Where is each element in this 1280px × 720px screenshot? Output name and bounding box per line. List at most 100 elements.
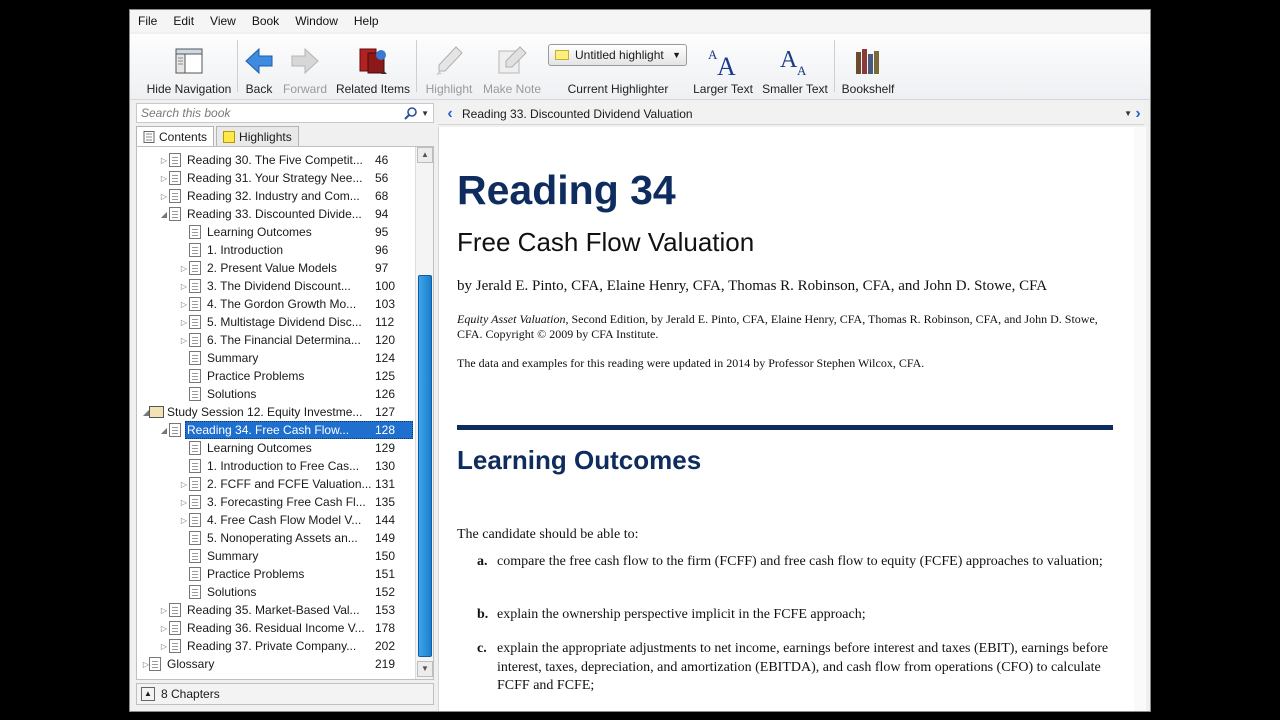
tree-item[interactable]: Learning Outcomes 129 [137,439,413,457]
expand-icon[interactable]: ▷ [179,264,189,273]
expand-icon[interactable]: ▷ [179,300,189,309]
scroll-up-icon[interactable]: ▲ [417,147,433,163]
expand-icon[interactable]: ▷ [159,624,169,633]
tree-item[interactable]: ▷ 4. The Gordon Growth Mo... 103 [137,295,413,313]
tree-item[interactable]: ▷ 4. Free Cash Flow Model V... 144 [137,511,413,529]
tree-item[interactable]: ▷ 3. The Dividend Discount... 100 [137,277,413,295]
search-book-input[interactable]: Search this book ▼ [136,103,434,123]
page-icon [169,603,181,617]
tree-item[interactable]: Solutions 152 [137,583,413,601]
tree-item[interactable]: ▷ Reading 30. The Five Competit... 46 [137,151,413,169]
contents-scrollbar[interactable]: ▲ ▼ [415,147,433,679]
tab-contents-label: Contents [159,129,208,144]
forward-label: Forward [282,82,327,96]
tree-item-label: Reading 32. Industry and Com... [187,189,360,203]
scrollbar-thumb[interactable] [418,275,432,657]
tab-contents[interactable]: Contents [136,126,215,146]
hide-navigation-button[interactable]: Hide Navigation [144,34,234,96]
related-items-button[interactable]: Related Items [334,34,412,96]
expand-icon[interactable]: ▷ [179,336,189,345]
tree-item[interactable]: ▷ 5. Multistage Dividend Disc... 112 [137,313,413,331]
tab-highlights[interactable]: Highlights [216,126,299,146]
expand-icon[interactable]: ▷ [179,498,189,507]
page-icon [189,297,201,311]
menu-help[interactable]: Help [354,14,379,28]
page-icon [189,369,201,383]
tree-item[interactable]: ◢ Reading 33. Discounted Divide... 94 [137,205,413,223]
tree-item[interactable]: Solutions 126 [137,385,413,403]
tree-item-label: Reading 33. Discounted Divide... [187,207,362,221]
page-icon [169,189,181,203]
highlight-button[interactable]: Highlight [422,34,476,96]
expand-icon[interactable]: ▷ [179,516,189,525]
tree-item[interactable]: ▷ Glossary 219 [137,655,413,673]
tree-item-label: Practice Problems [207,369,305,383]
tree-item[interactable]: ▷ Reading 32. Industry and Com... 68 [137,187,413,205]
menu-file[interactable]: File [138,14,157,28]
outcomes-intro: The candidate should be able to: [457,527,639,542]
outcome-letter: a. [477,554,488,569]
collapse-icon[interactable]: ◢ [159,426,169,435]
forward-button[interactable]: Forward [280,34,330,96]
tree-item[interactable]: 1. Introduction to Free Cas... 130 [137,457,413,475]
tree-item[interactable]: Summary 124 [137,349,413,367]
expand-icon[interactable]: ▷ [179,318,189,327]
tree-item-page: 97 [375,261,389,275]
citation-title: Equity Asset Valuation [457,312,566,326]
smaller-text-button[interactable]: AA Smaller Text [760,34,830,96]
next-section-icon[interactable]: › [1126,105,1150,123]
tree-item-page: 149 [375,531,396,545]
page-icon [169,423,181,437]
expand-icon[interactable]: ▷ [179,480,189,489]
reading-authors: by Jerald E. Pinto, CFA, Elaine Henry, C… [457,278,1048,294]
back-button[interactable]: Back [240,34,278,96]
tree-item[interactable]: ◢ Study Session 12. Equity Investme... 127 [137,403,413,421]
tree-item[interactable]: ▷ Reading 31. Your Strategy Nee... 56 [137,169,413,187]
expand-icon[interactable]: ▷ [159,642,169,651]
tree-item[interactable]: ▷ 3. Forecasting Free Cash Fl... 135 [137,493,413,511]
tree-item-page: 94 [375,207,389,221]
current-location[interactable]: Reading 33. Discounted Dividend Valuatio… [462,107,693,121]
book-icon [149,406,164,418]
tree-item[interactable]: ▷ Reading 35. Market-Based Val... 153 [137,601,413,619]
tree-item[interactable]: Practice Problems 151 [137,565,413,583]
tree-item-page: 46 [375,153,389,167]
expand-icon[interactable]: ▷ [159,192,169,201]
expand-icon[interactable]: ▷ [179,282,189,291]
expand-icon[interactable]: ▷ [159,606,169,615]
menu-window[interactable]: Window [295,14,338,28]
tree-item[interactable]: ◢ Reading 34. Free Cash Flow... 128 [137,421,413,439]
collapse-icon[interactable]: ◢ [159,210,169,219]
sidebar-panel-icon [175,43,203,79]
menu-edit[interactable]: Edit [173,14,194,28]
hide-navigation-label: Hide Navigation [146,82,232,96]
tree-item[interactable]: ▷ 2. Present Value Models 97 [137,259,413,277]
menu-view[interactable]: View [210,14,236,28]
larger-text-button[interactable]: AA Larger Text [692,34,754,96]
collapse-icon[interactable]: ▲ [141,687,155,701]
tree-item[interactable]: Summary 150 [137,547,413,565]
tree-item[interactable]: 5. Nonoperating Assets an... 149 [137,529,413,547]
tree-item[interactable]: 1. Introduction 96 [137,241,413,259]
forward-arrow-icon [290,43,320,79]
tree-item[interactable]: Learning Outcomes 95 [137,223,413,241]
chevron-down-icon[interactable]: ▼ [421,109,429,118]
bookshelf-button[interactable]: Bookshelf [840,34,896,96]
tree-item[interactable]: Practice Problems 125 [137,367,413,385]
scroll-down-icon[interactable]: ▼ [417,661,433,677]
tree-item[interactable]: ▷ Reading 36. Residual Income V... 178 [137,619,413,637]
outcome-letter: c. [477,641,487,656]
menu-book[interactable]: Book [252,14,279,28]
make-note-button[interactable]: Make Note [480,34,544,96]
tree-item-label: 3. The Dividend Discount... [207,279,351,293]
content-scrollbar[interactable] [1134,127,1146,711]
search-icon[interactable] [404,106,417,120]
tree-item[interactable]: ▷ 2. FCFF and FCFE Valuation... 131 [137,475,413,493]
tree-item[interactable]: ▷ Reading 37. Private Company... 202 [137,637,413,655]
expand-icon[interactable]: ▷ [159,156,169,165]
expand-icon[interactable]: ▷ [159,174,169,183]
tree-item[interactable]: ▷ 6. The Financial Determina... 120 [137,331,413,349]
tree-item-page: 112 [375,315,395,329]
tree-item-page: 125 [375,369,396,383]
previous-section-icon[interactable]: ‹ [438,105,462,123]
